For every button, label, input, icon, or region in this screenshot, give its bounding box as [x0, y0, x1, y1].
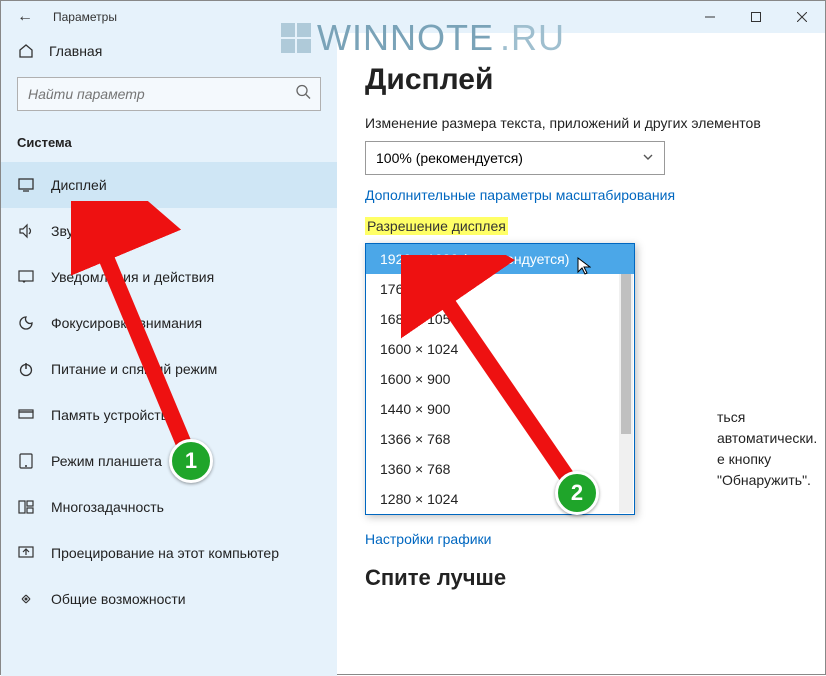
- nav-label: Общие возможности: [51, 591, 186, 607]
- sidebar-group-header: Система: [1, 127, 337, 162]
- maximize-button[interactable]: [733, 1, 779, 33]
- nav-label: Звук: [51, 223, 80, 239]
- scale-value: 100% (рекомендуется): [376, 150, 523, 166]
- sidebar-item[interactable]: Питание и спящий режим: [1, 346, 337, 392]
- nav-icon: [17, 270, 35, 284]
- nav-icon: [17, 178, 35, 192]
- home-label: Главная: [49, 43, 102, 59]
- sidebar-item[interactable]: Проецирование на этот компьютер: [1, 530, 337, 576]
- nav-icon: [17, 361, 35, 377]
- search-box[interactable]: [17, 77, 321, 111]
- window-title: Параметры: [49, 10, 117, 24]
- nav-label: Проецирование на этот компьютер: [51, 545, 279, 561]
- dropdown-scrollbar[interactable]: [619, 274, 633, 513]
- sidebar-item[interactable]: Звук: [1, 208, 337, 254]
- sidebar-item[interactable]: Память устройства: [1, 392, 337, 438]
- resolution-option[interactable]: 1600 × 1024: [366, 334, 634, 364]
- nav-label: Память устройства: [51, 407, 176, 423]
- main-content: Дисплей Изменение размера текста, прилож…: [337, 33, 825, 676]
- home-link[interactable]: Главная: [1, 33, 337, 73]
- detect-hint-text: ться автоматически. е кнопку "Обнаружить…: [717, 407, 825, 491]
- sidebar: Главная Система Дисплей Звук Уведомления и…: [1, 33, 337, 676]
- resolution-dropdown[interactable]: 1920 × 1080 (рекомендуется)1768 × 992168…: [365, 243, 635, 515]
- nav-icon: [17, 546, 35, 560]
- nav-icon: [17, 591, 35, 607]
- nav-label: Фокусировка внимания: [51, 315, 202, 331]
- nav-icon: [17, 500, 35, 514]
- resolution-option[interactable]: 1920 × 1080 (рекомендуется): [366, 244, 634, 274]
- sleep-header: Спите лучше: [365, 565, 797, 591]
- advanced-scaling-link[interactable]: Дополнительные параметры масштабирования: [365, 187, 797, 203]
- sidebar-item[interactable]: Дисплей: [1, 162, 337, 208]
- sidebar-item[interactable]: Фокусировка внимания: [1, 300, 337, 346]
- resolution-option[interactable]: 1360 × 768: [366, 454, 634, 484]
- chevron-down-icon: [642, 150, 654, 166]
- sidebar-nav: Дисплей Звук Уведомления и действия Фокусир…: [1, 162, 337, 622]
- nav-label: Уведомления и действия: [51, 269, 214, 285]
- graphics-settings-link[interactable]: Настройки графики: [365, 531, 797, 547]
- resolution-option[interactable]: 1280 × 1024: [366, 484, 634, 514]
- resolution-option[interactable]: 1680 × 1050: [366, 304, 634, 334]
- nav-label: Дисплей: [51, 177, 107, 193]
- titlebar: ← Параметры: [1, 1, 825, 33]
- nav-label: Питание и спящий режим: [51, 361, 217, 377]
- scale-help-text: Изменение размера текста, приложений и д…: [365, 115, 797, 131]
- back-button[interactable]: ←: [1, 8, 49, 26]
- nav-icon: [17, 315, 35, 331]
- resolution-option[interactable]: 1440 × 900: [366, 394, 634, 424]
- sidebar-item[interactable]: Режим планшета: [1, 438, 337, 484]
- resolution-label: Разрешение дисплея: [365, 217, 508, 235]
- scroll-thumb[interactable]: [621, 274, 631, 434]
- search-icon: [295, 84, 311, 105]
- page-title: Дисплей: [365, 63, 797, 97]
- close-button[interactable]: [779, 1, 825, 33]
- nav-icon: [17, 453, 35, 469]
- nav-icon: [17, 409, 35, 421]
- sidebar-item[interactable]: Многозадачность: [1, 484, 337, 530]
- resolution-option[interactable]: 1366 × 768: [366, 424, 634, 454]
- home-icon: [17, 43, 35, 59]
- search-input[interactable]: [17, 77, 321, 111]
- nav-icon: [17, 223, 35, 239]
- nav-label: Многозадачность: [51, 499, 164, 515]
- sidebar-item[interactable]: Уведомления и действия: [1, 254, 337, 300]
- resolution-option[interactable]: 1768 × 992: [366, 274, 634, 304]
- minimize-button[interactable]: [687, 1, 733, 33]
- scale-combobox[interactable]: 100% (рекомендуется): [365, 141, 665, 175]
- sidebar-item[interactable]: Общие возможности: [1, 576, 337, 622]
- resolution-option[interactable]: 1600 × 900: [366, 364, 634, 394]
- nav-label: Режим планшета: [51, 453, 162, 469]
